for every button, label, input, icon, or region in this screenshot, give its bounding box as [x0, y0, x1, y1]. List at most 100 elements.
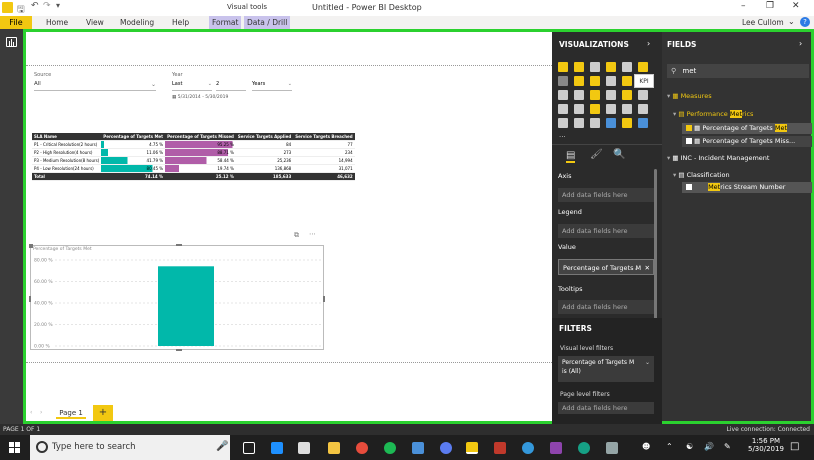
col-header[interactable]: SLA Name [32, 133, 102, 141]
visual-type-icon[interactable] [574, 90, 584, 100]
remote-desktop-icon[interactable] [412, 442, 424, 454]
field-item-met[interactable]: ▦ Percentage of Targets Met [682, 123, 812, 134]
app-icon[interactable] [494, 442, 506, 454]
notifications-icon[interactable]: □ [790, 441, 799, 452]
visual-type-icon[interactable] [622, 62, 632, 72]
field-item-missed[interactable]: ▦ Percentage of Targets Miss... [682, 136, 812, 147]
visual-type-icon[interactable] [638, 90, 648, 100]
tooltips-drop-zone[interactable]: Add data fields here [558, 300, 654, 314]
mail-icon[interactable] [298, 442, 310, 454]
chart-bar[interactable] [158, 266, 214, 346]
remove-field-icon[interactable]: ✕ [645, 260, 650, 276]
visual-type-icon[interactable] [606, 104, 616, 114]
tab-data-drill[interactable]: Data / Drill [244, 16, 291, 29]
visual-type-icon[interactable] [558, 104, 568, 114]
visual-type-icon[interactable] [574, 62, 584, 72]
visual-type-icon[interactable] [558, 76, 568, 86]
tab-format[interactable]: Format [209, 16, 242, 29]
visual-type-icon[interactable] [574, 76, 584, 86]
col-header[interactable]: Service Targets Applied [235, 133, 294, 141]
more-visuals-icon[interactable]: ... [559, 131, 566, 139]
wifi-icon[interactable]: ☯ [686, 442, 693, 451]
visual-type-icon[interactable] [606, 90, 616, 100]
format-paint-icon[interactable]: 🖌 [590, 149, 603, 160]
expand-icon[interactable]: ▾ [667, 92, 670, 100]
checkbox-checked-icon[interactable] [686, 125, 692, 131]
filter-card[interactable]: Percentage of Targets M is (All) ⌄ [558, 356, 654, 382]
visual-type-icon[interactable] [606, 76, 616, 86]
value-field-pill[interactable]: Percentage of Targets M ⌄ ✕ [558, 259, 654, 275]
year-unit-dropdown[interactable]: Years ⌄ [252, 81, 292, 91]
visual-type-icon[interactable] [590, 118, 600, 128]
visual-type-icon[interactable] [606, 62, 616, 72]
perf-metrics-folder[interactable]: ▾ ▤ Performance Metrics [673, 110, 753, 118]
source-slicer-dropdown[interactable]: All ⌄ [34, 81, 156, 91]
field-item-stream[interactable]: Metrics Stream Number [682, 182, 812, 193]
add-page-button[interactable]: + [93, 405, 113, 421]
help-icon[interactable]: ? [800, 17, 810, 27]
page-filters-drop-zone[interactable]: Add data fields here [558, 402, 654, 414]
inc-table[interactable]: ▾ ▦ INC - Incident Management [667, 154, 769, 162]
pane-scrollbar[interactable] [654, 169, 657, 329]
visual-type-icon[interactable] [558, 118, 568, 128]
col-header[interactable]: Service Targets Breached [293, 133, 355, 141]
focus-mode-icon[interactable]: ⧉ [294, 231, 299, 240]
visual-type-icon[interactable] [574, 118, 584, 128]
customize-qat-icon[interactable]: ▾ [56, 1, 60, 10]
visual-type-icon[interactable] [590, 90, 600, 100]
table-row[interactable]: P3 - Medium Resolution(8 hours) 41.79 % 58… [32, 156, 355, 165]
chevron-up-icon[interactable]: ⌃ [666, 442, 673, 451]
collapse-pane-icon[interactable]: › [647, 39, 650, 48]
page-tab-1[interactable]: Page 1 [56, 407, 86, 419]
report-canvas[interactable]: Source All ⌄ Year Last ⌄ 2 Years ⌄ ▦ 5/3… [23, 29, 552, 424]
year-count-input[interactable]: 2 [216, 81, 246, 91]
visual-type-icon[interactable] [622, 76, 632, 86]
more-options-icon[interactable]: ⋯ [309, 230, 316, 238]
minimize-icon[interactable]: – [741, 1, 746, 11]
column-chart-visual[interactable]: Percentage of Targets Met 80.00 % 60.00 %… [29, 244, 325, 351]
visual-type-icon[interactable] [590, 76, 600, 86]
col-header[interactable]: Percentage of Targets Missed [165, 133, 236, 141]
pen-icon[interactable]: ✎ [724, 442, 731, 451]
windows-start-icon[interactable] [9, 442, 20, 453]
visual-type-icon[interactable] [558, 90, 568, 100]
visual-type-icon[interactable] [622, 104, 632, 114]
task-view-icon[interactable] [243, 442, 255, 454]
collapse-ribbon-icon[interactable]: ⌄ [788, 17, 795, 26]
visual-type-icon[interactable] [638, 118, 648, 128]
app-icon[interactable] [606, 442, 618, 454]
visual-type-icon[interactable] [558, 62, 568, 72]
visual-type-icon[interactable] [590, 104, 600, 114]
visual-type-icon[interactable] [622, 118, 632, 128]
classification-folder[interactable]: ▾ ▤ Classification [673, 171, 730, 179]
microphone-icon[interactable]: 🎤 [216, 441, 228, 452]
visual-type-icon[interactable] [622, 90, 632, 100]
redo-icon[interactable]: ↷ [43, 1, 51, 11]
visual-type-icon[interactable] [638, 104, 648, 114]
chrome-icon[interactable] [356, 442, 368, 454]
year-mode-dropdown[interactable]: Last ⌄ [172, 81, 212, 91]
taskbar-search-box[interactable]: Type here to search 🎤 [30, 435, 230, 460]
tab-view[interactable]: View [86, 18, 104, 27]
table-row[interactable]: P1 - Critical Resolution(2 hours) 4.75 % 9… [32, 140, 355, 149]
visual-type-icon[interactable] [606, 118, 616, 128]
clock[interactable]: 1:56 PM 5/30/2019 [748, 437, 784, 453]
visual-type-icon[interactable] [574, 104, 584, 114]
checkbox-icon[interactable] [686, 138, 692, 144]
axis-drop-zone[interactable]: Add data fields here [558, 188, 654, 202]
visual-type-icon[interactable] [638, 62, 648, 72]
analytics-icon[interactable]: 🔍 [613, 149, 625, 160]
powerbi-taskbar-icon[interactable] [466, 442, 478, 454]
fields-well-tab-icon[interactable]: ▤ [566, 150, 576, 163]
next-page-icon[interactable]: › [40, 409, 42, 416]
file-tab[interactable]: File [0, 16, 32, 29]
close-icon[interactable]: ✕ [792, 1, 800, 11]
visual-type-icon[interactable] [590, 62, 600, 72]
app-icon[interactable] [578, 442, 590, 454]
expand-icon[interactable]: ▾ [673, 171, 676, 179]
measures-table[interactable]: ▾ ▦ Measures [667, 92, 712, 100]
app-icon[interactable] [440, 442, 452, 454]
report-view-icon[interactable] [6, 37, 17, 47]
file-explorer-icon[interactable] [328, 442, 340, 454]
app-icon[interactable] [550, 442, 562, 454]
